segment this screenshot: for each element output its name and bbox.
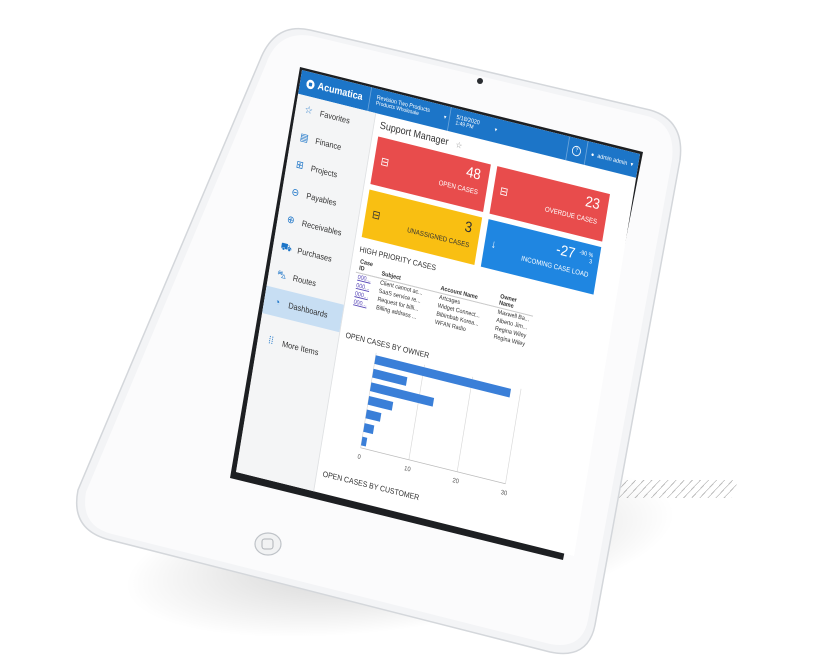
chart-bar[interactable] (367, 395, 394, 411)
sidebar-item-label: Favorites (319, 108, 351, 126)
grid-line (456, 376, 474, 472)
projects-icon: ⊞ (295, 158, 305, 172)
help-icon: ? (571, 144, 582, 157)
tile-value: -27 (555, 241, 577, 263)
acumatica-logo-icon (305, 78, 316, 91)
camera-icon (477, 78, 483, 84)
tablet: Acumatica Revision Two Products Products… (0, 0, 825, 668)
truck-icon: ⛍ (276, 268, 288, 282)
arrow-down-icon: ↓ (490, 237, 498, 252)
projects-icon: ⊟ (379, 154, 391, 170)
cart-icon: ⛟ (279, 240, 293, 255)
tile-label: UNASSIGNED CASES (406, 225, 470, 250)
x-axis-line (360, 447, 506, 485)
sidebar-item-label: Payables (305, 191, 338, 208)
sidebar-item-label: Finance (314, 136, 343, 152)
stage: Acumatica Revision Two Products Products… (0, 0, 825, 668)
tile-percent: -90 % 3 (578, 249, 594, 265)
user-icon: ● (590, 150, 595, 159)
favorite-star-icon[interactable]: ☆ (455, 140, 463, 151)
chevron-down-icon: ▾ (494, 127, 498, 134)
tablet-screen: Acumatica Revision Two Products Products… (236, 70, 641, 556)
sidebar-item-label: Projects (310, 163, 338, 180)
home-button (254, 532, 282, 556)
gauge-icon: ◔ (273, 295, 281, 309)
sidebar-item-label: Purchases (296, 245, 333, 264)
grid-line (505, 388, 522, 484)
projects-icon: ⊟ (371, 207, 382, 223)
x-tick-label: 0 (357, 453, 362, 461)
sidebar-item-label: More Items (281, 339, 320, 358)
sidebar-item-label: Dashboards (287, 300, 329, 320)
grid-line (408, 364, 425, 460)
sidebar-item-label: Routes (292, 273, 317, 289)
chevron-down-icon: ▾ (630, 161, 634, 169)
tile-value: 3 (463, 219, 474, 237)
user-name: admin admin (596, 152, 628, 167)
sidebar-item-more[interactable]: ⁞⁞ More Items (256, 324, 338, 371)
chevron-down-icon: ▾ (443, 114, 447, 121)
projects-icon: ⊟ (498, 184, 510, 199)
chart-bar[interactable] (365, 409, 382, 422)
sidebar-item-label: Receivables (301, 218, 343, 238)
tile-percent-value: -90 % (578, 249, 594, 260)
minus-circle-icon: ⊖ (290, 186, 300, 199)
star-icon: ☆ (303, 103, 314, 117)
tile-percent-sub: 3 (588, 258, 593, 266)
plus-circle-icon: ⊕ (286, 213, 296, 227)
grid-dots-icon: ⁞⁞ (267, 334, 275, 347)
x-tick-label: 30 (500, 489, 508, 498)
tile-value: 23 (584, 194, 602, 214)
tile-value: 48 (465, 164, 482, 184)
x-tick-label: 10 (404, 465, 412, 474)
chart-bar[interactable] (372, 368, 408, 386)
chart-bar[interactable] (363, 423, 375, 435)
calculator-icon: ▤ (299, 131, 310, 145)
x-tick-label: 20 (452, 477, 460, 486)
